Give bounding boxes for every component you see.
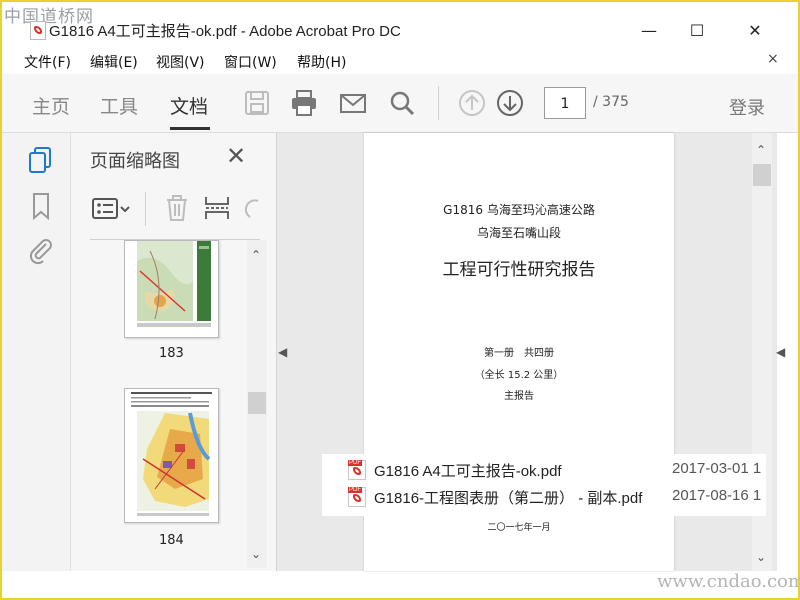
- thumbnail-page-184[interactable]: [124, 388, 219, 523]
- print-icon[interactable]: [289, 88, 319, 118]
- thumbnail-label-184: 184: [159, 533, 184, 548]
- recent-file-date: 2017-03-01 1: [672, 460, 762, 477]
- active-tab-indicator: [170, 127, 210, 130]
- doc-project-line: G1816 乌海至玛沁高速公路: [443, 203, 595, 217]
- tab-tools[interactable]: 工具: [100, 92, 138, 119]
- doc-volume: 第一册 共四册: [484, 348, 554, 359]
- minimize-button[interactable]: —: [626, 16, 672, 44]
- page-down-icon[interactable]: [495, 88, 525, 118]
- collapse-left-arrow-icon[interactable]: ◀: [278, 345, 287, 359]
- menu-file[interactable]: 文件(F): [24, 52, 71, 72]
- delete-icon[interactable]: [162, 193, 192, 223]
- bookmark-icon[interactable]: [26, 191, 56, 221]
- doc-length: （全长 15.2 公里）: [474, 370, 564, 381]
- search-icon[interactable]: [387, 88, 417, 118]
- email-icon[interactable]: [338, 88, 368, 118]
- thumbnail-page-183[interactable]: [124, 240, 219, 338]
- thumbnails-scroll-thumb[interactable]: [248, 392, 266, 414]
- collapse-right-arrow-icon[interactable]: ◀: [776, 345, 785, 359]
- save-icon[interactable]: [242, 88, 272, 118]
- scroll-up-arrow-icon[interactable]: ⌃: [251, 248, 261, 262]
- recent-files-popup: G1816 A4工可主报告-ok.pdf 2017-03-01 1 G1816-…: [322, 454, 766, 516]
- doc-heading: 工程可行性研究报告: [442, 260, 596, 280]
- menu-edit[interactable]: 编辑(E): [90, 52, 138, 72]
- page-thumbnails-icon[interactable]: [26, 145, 56, 175]
- page-up-icon[interactable]: [457, 88, 487, 118]
- scroll-down-arrow-icon[interactable]: ⌄: [251, 547, 261, 561]
- pdf-file-icon: [348, 487, 366, 507]
- acrobat-file-icon: [30, 21, 46, 40]
- login-button[interactable]: 登录: [729, 94, 765, 120]
- page-number-input[interactable]: 1: [544, 87, 586, 119]
- close-window-button[interactable]: ✕: [732, 16, 778, 44]
- thumbnail-options-icon[interactable]: [90, 194, 132, 224]
- extract-pages-icon[interactable]: [202, 193, 232, 223]
- attachment-icon[interactable]: [26, 235, 56, 265]
- doc-report-type: 主报告: [504, 391, 534, 402]
- doc-section-line: 乌海至石嘴山段: [476, 226, 561, 240]
- recent-file-name: G1816 A4工可主报告-ok.pdf: [374, 463, 562, 480]
- thumbnails-title: 页面缩略图: [90, 151, 180, 172]
- pdf-file-icon: [348, 460, 366, 480]
- maximize-button[interactable]: ☐: [674, 16, 720, 44]
- menu-help[interactable]: 帮助(H): [297, 52, 346, 72]
- page-count: / 375: [593, 94, 629, 110]
- document-scroll-thumb[interactable]: [753, 164, 771, 186]
- recent-file-name: G1816-工程图表册（第二册） - 副本.pdf: [374, 490, 643, 507]
- tab-home[interactable]: 主页: [32, 92, 70, 119]
- recent-file-row[interactable]: G1816 A4工可主报告-ok.pdf 2017-03-01 1: [344, 457, 766, 481]
- menu-window[interactable]: 窗口(W): [224, 52, 277, 72]
- plan-thumbnail-image: [125, 389, 218, 522]
- pane-toolbar-divider: [145, 192, 146, 226]
- doc-date: 二〇一七年一月: [487, 523, 551, 533]
- recent-file-row[interactable]: G1816-工程图表册（第二册） - 副本.pdf 2017-08-16 1: [344, 484, 766, 508]
- doc-scroll-down-arrow-icon[interactable]: ⌄: [756, 550, 766, 564]
- doc-scroll-up-arrow-icon[interactable]: ⌃: [756, 143, 766, 157]
- close-document-button[interactable]: ×: [767, 51, 779, 67]
- thumbnail-label-183: 183: [159, 346, 184, 361]
- recent-file-date: 2017-08-16 1: [672, 487, 762, 504]
- map-thumbnail-image: [125, 241, 218, 337]
- toolbar-divider: [438, 86, 439, 120]
- watermark-url: www.cndao.com: [657, 571, 800, 592]
- menu-view[interactable]: 视图(V): [156, 52, 205, 72]
- rotate-icon[interactable]: [242, 193, 260, 223]
- close-pane-button[interactable]: ✕: [226, 142, 246, 170]
- tab-document[interactable]: 文档: [170, 92, 208, 119]
- window-title: G1816 A4工可主报告-ok.pdf - Adobe Acrobat Pro…: [49, 23, 401, 40]
